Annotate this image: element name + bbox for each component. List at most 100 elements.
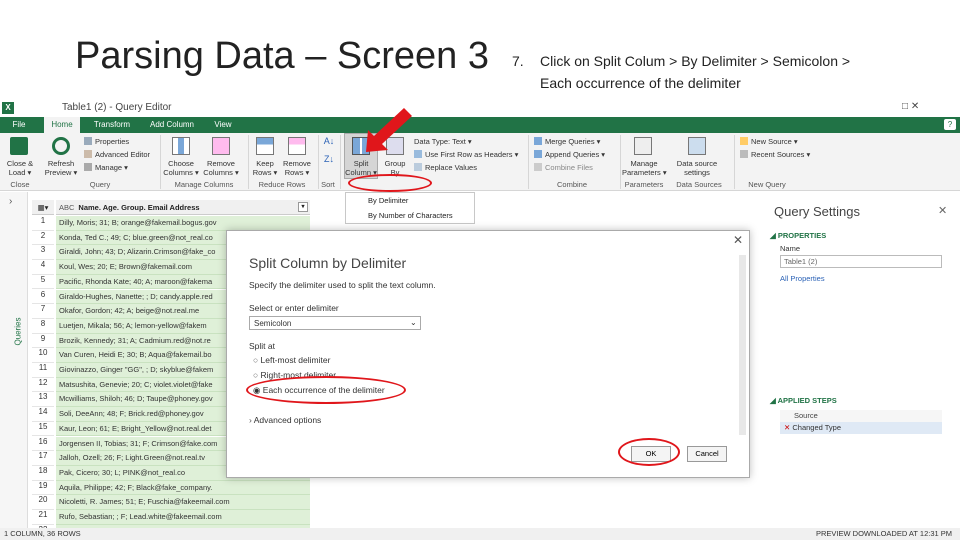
divider [620,135,621,189]
close-icon[interactable]: ✕ [938,204,947,217]
group-data-sources: Data Sources [676,180,722,189]
instruction-text: 7. Click on Split Colum > By Delimiter > … [512,50,850,94]
sort-descending-icon[interactable]: Z↓ [322,155,336,164]
dialog-scrollbar[interactable] [739,255,746,435]
advanced-options-toggle[interactable]: › Advanced options [249,415,321,425]
remove-columns-icon [212,137,230,155]
remove-columns-button[interactable]: Remove Columns ▾ [200,159,242,177]
combine-files-label: Combine Files [545,163,593,172]
expand-queries-icon[interactable]: › [9,196,12,207]
row-number[interactable]: 12 [32,377,54,393]
radio-left-most[interactable]: ○ Left-most delimiter [253,355,330,365]
choose-columns-icon [172,137,190,155]
tab-file[interactable]: File [4,116,34,133]
table-cell[interactable]: Rufo, Sebastian; ; F; Lead.white@fakeema… [56,510,310,525]
divider [528,135,529,189]
tab-home[interactable]: Home [44,116,80,133]
cancel-button[interactable]: Cancel [687,446,727,462]
remove-rows-button[interactable]: Remove Rows ▾ [280,159,314,177]
delimiter-select[interactable]: Semicolon ⌄ [249,316,421,330]
advanced-editor-button[interactable]: Advanced Editor [84,150,150,160]
manage-parameters-button[interactable]: Manage Parameters ▾ [622,159,667,177]
row-number[interactable]: 4 [32,260,54,275]
split-column-dialog: ✕ Split Column by Delimiter Specify the … [226,230,750,478]
row-number[interactable]: 20 [32,495,54,510]
row-number[interactable]: 19 [32,480,54,496]
tab-view[interactable]: View [206,116,240,133]
refresh-preview-button[interactable]: Refresh Preview ▾ [42,159,80,177]
row-number[interactable]: 16 [32,436,54,452]
table-cell[interactable]: Dilly, Moris; 31; B; orange@fakemail.bog… [56,216,310,231]
filter-dropdown-icon[interactable]: ▾ [298,202,308,212]
row-number[interactable]: 1 [32,216,54,231]
properties-button[interactable]: Properties [84,137,129,147]
status-right: PREVIEW DOWNLOADED AT 12:31 PM [816,529,953,538]
dialog-close-icon[interactable]: ✕ [733,233,743,247]
dialog-description: Specify the delimiter used to split the … [249,280,436,290]
row-number[interactable]: 2 [32,230,54,246]
combine-files-button[interactable]: Combine Files [534,163,593,173]
help-button[interactable]: ? [944,119,956,130]
split-at-label: Split at [249,341,275,351]
sort-ascending-icon[interactable]: A↓ [322,137,336,146]
excel-icon: X [2,102,14,114]
table-menu-icon[interactable]: ▦▾ [32,200,54,215]
row-number[interactable]: 13 [32,392,54,408]
applied-steps-header[interactable]: ◢ APPLIED STEPS [770,396,837,405]
table-cell[interactable]: Aquila, Philippe; 42; F; Black@fake_comp… [56,480,310,496]
data-source-settings-button[interactable]: Data source settings [674,159,720,177]
row-number[interactable]: 17 [32,451,54,466]
queries-pane[interactable]: › Queries [0,192,28,538]
properties-header[interactable]: ◢ PROPERTIES [770,231,826,240]
row-number[interactable]: 7 [32,304,54,319]
chevron-down-icon: ⌄ [410,318,417,327]
row-number[interactable]: 3 [32,245,54,261]
ribbon: Close & Load ▾ Refresh Preview ▾ Propert… [0,133,960,191]
new-source-label: New Source ▾ [751,137,798,146]
row-number[interactable]: 15 [32,421,54,437]
row-number[interactable]: 5 [32,274,54,290]
append-queries-button[interactable]: Append Queries ▾ [534,150,605,160]
column-header-label: Name. Age. Group. Email Address [78,203,200,212]
keep-rows-button[interactable]: Keep Rows ▾ [248,159,282,177]
tab-add-column[interactable]: Add Column [144,116,200,133]
row-number[interactable]: 10 [32,348,54,363]
first-row-headers-label: Use First Row as Headers ▾ [425,150,519,159]
query-name-input[interactable]: Table1 (2) [780,255,942,268]
row-number[interactable]: 6 [32,289,54,305]
merge-queries-button[interactable]: Merge Queries ▾ [534,137,600,147]
new-source-button[interactable]: New Source ▾ [740,137,798,147]
replace-values-button[interactable]: Replace Values [414,163,477,173]
column-header[interactable]: ABC Name. Age. Group. Email Address ▾ [56,200,310,215]
recent-sources-button[interactable]: Recent Sources ▾ [740,150,810,160]
row-number[interactable]: 21 [32,510,54,525]
manage-button[interactable]: Manage ▾ [84,163,128,173]
choose-columns-button[interactable]: Choose Columns ▾ [160,159,202,177]
title-bar: X Table1 (2) - Query Editor □ ✕ [0,100,960,117]
recent-sources-label: Recent Sources ▾ [751,150,811,159]
group-reduce-rows: Reduce Rows [258,180,306,189]
close-load-button[interactable]: Close & Load ▾ [2,159,38,177]
divider [734,135,735,189]
step-changed-type[interactable]: ✕ Changed Type [780,422,942,434]
row-number[interactable]: 9 [32,333,54,349]
group-parameters: Parameters [624,180,664,189]
first-row-headers-button[interactable]: Use First Row as Headers ▾ [414,150,518,160]
data-type-dropdown[interactable]: Data Type: Text ▾ [414,137,472,147]
row-number[interactable]: 8 [32,318,54,334]
row-number[interactable]: 11 [32,363,54,378]
radio-icon: ○ [253,355,261,365]
all-properties-link[interactable]: All Properties [780,274,825,283]
divider [340,135,341,189]
window-controls[interactable]: □ ✕ [902,101,919,112]
text-type-icon[interactable]: ABC [59,203,74,212]
instruction-number: 7. [512,53,524,69]
row-number[interactable]: 18 [32,465,54,481]
tab-transform[interactable]: Transform [86,116,138,133]
menu-item-by-delimiter[interactable]: By Delimiter [346,193,474,208]
menu-item-by-number-of-characters[interactable]: By Number of Characters [346,208,474,223]
close-load-icon [10,137,28,155]
table-cell[interactable]: Nicoletti, R. James; 51; E; Fuschia@fake… [56,495,310,510]
row-number[interactable]: 14 [32,407,54,422]
step-source[interactable]: Source [780,410,942,422]
